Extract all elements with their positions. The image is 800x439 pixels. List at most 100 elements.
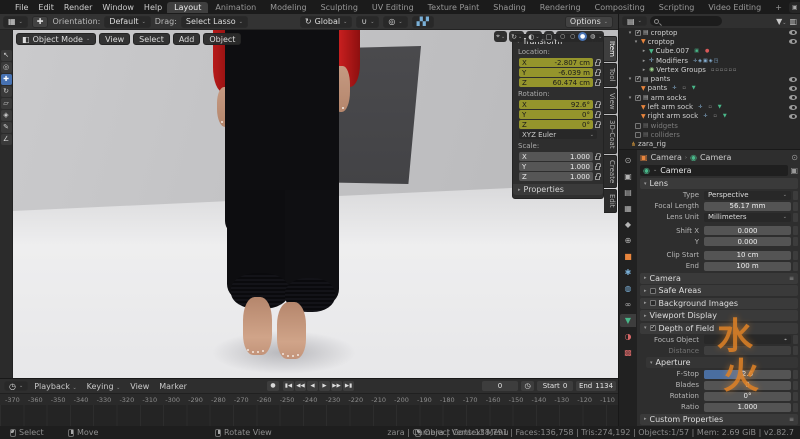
animate-dot[interactable] — [793, 403, 798, 412]
tab-object[interactable]: ■ — [620, 250, 636, 263]
aperture-ratio-field[interactable]: 1.000 — [704, 403, 791, 412]
aperture-rotation-field[interactable]: 0° — [704, 392, 791, 401]
outliner-row-colliders[interactable]: ▤colliders — [619, 130, 800, 139]
previous-keyframe-button[interactable]: ◀◀ — [295, 381, 306, 391]
animate-dot[interactable] — [793, 370, 798, 379]
tab-material[interactable]: ◑ — [620, 330, 636, 343]
tab-scene[interactable]: ◆ — [620, 218, 636, 231]
tab-texture[interactable]: ▩ — [620, 346, 636, 359]
rendered-shading-button[interactable]: ◍ — [588, 32, 597, 41]
scale-y-field[interactable]: Y1.000 — [519, 162, 593, 171]
move-tool-button[interactable]: ✚ — [1, 74, 12, 85]
safe-areas-panel-header[interactable]: ▸Safe Areas — [640, 285, 798, 296]
aperture-subpanel-header[interactable]: ▾Aperture — [646, 357, 798, 368]
outliner-row-croptop-object[interactable]: ▾▼croptop — [619, 37, 800, 46]
tab-particles[interactable]: ✱ — [620, 266, 636, 279]
outliner-row-left-arm-sock[interactable]: ▼left arm sock✛▫▼ — [619, 102, 800, 111]
tab-render[interactable]: ▣ — [620, 170, 636, 183]
animate-dot[interactable] — [793, 191, 798, 200]
outliner-row-modifiers[interactable]: ▸✛Modifiers✛◈▣◈◳ — [619, 56, 800, 65]
mode-dropdown[interactable]: ◧Object Mode⌄ — [16, 33, 96, 45]
preset-list-icon[interactable]: ≡ — [789, 416, 794, 423]
tab-tool[interactable]: ⊙ — [620, 154, 636, 167]
solid-shading-button[interactable]: ○ — [568, 32, 577, 41]
collection-checkbox[interactable] — [635, 132, 641, 138]
scene-selector[interactable]: ▣⌄ Scene ⊞ × — [789, 2, 800, 13]
outliner-row-zara-rig[interactable]: ⋔zara_rig — [619, 140, 800, 149]
tab-constraints[interactable]: ∞ — [620, 298, 636, 311]
animate-dot[interactable] — [793, 213, 798, 222]
collection-checkbox[interactable] — [635, 30, 641, 36]
viewport-3d[interactable]: ↖ ◎ ✚ ↻ ▱ ◈ ✎ ∠ ◧Object Mode⌄ View Selec… — [0, 30, 618, 378]
workspace-tab-layout[interactable]: Layout — [167, 2, 208, 13]
animate-dot[interactable] — [793, 237, 798, 246]
clip-end-field[interactable]: 100 m — [704, 262, 791, 271]
menu-keying[interactable]: Keying ⌄ — [83, 382, 125, 391]
focal-length-field[interactable]: 56.17 mm — [704, 202, 791, 211]
disclosure-icon[interactable]: ▾ — [633, 39, 639, 45]
rotation-x-field[interactable]: X92.6° — [519, 100, 593, 109]
menu-select[interactable]: Select — [133, 33, 170, 45]
gizmos-dropdown[interactable]: ↻⌄ — [509, 31, 524, 42]
new-collection-icon[interactable]: ▥ — [789, 17, 797, 26]
workspace-tab-rendering[interactable]: Rendering — [533, 2, 588, 13]
eye-icon[interactable] — [789, 30, 797, 35]
transform-orientation-dropdown[interactable]: ↻Global⌄ — [300, 16, 352, 28]
lock-icon[interactable] — [595, 62, 600, 66]
clip-start-field[interactable]: 10 cm — [704, 251, 791, 260]
outliner-row-right-arm-sock[interactable]: ▼right arm sock✛▫▼ — [619, 112, 800, 121]
sidebar-tab-3d-coat[interactable]: 3D-Coat — [604, 115, 617, 154]
outliner-display-mode-selector[interactable]: ▤⌄ — [622, 16, 647, 26]
blades-field[interactable]: 0 — [704, 381, 791, 390]
lens-type-dropdown[interactable]: Perspective⌄ — [704, 191, 791, 200]
disclosure-icon[interactable]: ▾ — [627, 76, 633, 82]
play-button[interactable]: ▶ — [319, 381, 330, 391]
collection-checkbox[interactable] — [635, 76, 641, 82]
character-left-foot[interactable] — [243, 297, 272, 355]
outliner-row-vertex-groups[interactable]: ▸◉Vertex Groups▫▫▫▫▫▫ — [619, 65, 800, 74]
menu-help[interactable]: Help — [139, 3, 167, 12]
menu-edit[interactable]: Edit — [33, 3, 59, 12]
menu-add[interactable]: Add — [173, 33, 201, 45]
xray-toggle[interactable]: ▢ — [544, 31, 555, 42]
workspace-tab-shading[interactable]: Shading — [486, 2, 533, 13]
frame-end-field[interactable]: End1134 — [576, 381, 616, 391]
menu-marker[interactable]: Marker — [155, 382, 191, 391]
frame-start-field[interactable]: Start0 — [537, 381, 573, 391]
animate-dot[interactable] — [793, 335, 798, 344]
custom-properties-panel-header[interactable]: ▸Custom Properties≡ — [640, 414, 798, 425]
background-images-checkbox[interactable] — [650, 300, 656, 306]
outliner-row-arm-socks-collection[interactable]: ▾▤arm socks — [619, 93, 800, 102]
scale-tool-button[interactable]: ▱ — [1, 98, 12, 109]
sidebar-tab-tool[interactable]: Tool — [604, 63, 617, 87]
material-shading-button[interactable]: ● — [578, 32, 587, 41]
camera-datablock-selector[interactable]: ◉⌄Camera — [640, 165, 788, 176]
lens-unit-dropdown[interactable]: Millimeters⌄ — [704, 213, 791, 222]
lock-icon[interactable] — [595, 176, 600, 180]
tab-output[interactable]: ▤ — [620, 186, 636, 199]
collection-checkbox[interactable] — [635, 95, 641, 101]
wireframe-shading-button[interactable]: ○ — [558, 32, 567, 41]
lock-icon[interactable] — [595, 72, 600, 76]
overlays-dropdown[interactable]: ◐⌄ — [526, 31, 541, 42]
jump-to-end-button[interactable]: ▶▮ — [343, 381, 354, 391]
auto-keyframe-record-button[interactable]: ● — [267, 381, 279, 391]
sidebar-tab-view[interactable]: View — [604, 88, 617, 115]
outliner-row-croptop-collection[interactable]: ▾▤croptop — [619, 28, 800, 37]
next-keyframe-button[interactable]: ▶▶ — [331, 381, 342, 391]
eye-icon[interactable] — [789, 95, 797, 100]
annotate-tool-button[interactable]: ✎ — [1, 122, 12, 133]
preset-list-icon[interactable]: ≡ — [789, 275, 794, 282]
jump-to-start-button[interactable]: ▮◀ — [283, 381, 294, 391]
tab-object-data[interactable]: ▼ — [620, 314, 636, 327]
workspace-tab-sculpting[interactable]: Sculpting — [314, 2, 365, 13]
lock-icon[interactable] — [595, 82, 600, 86]
timeline-track-area[interactable] — [0, 405, 618, 426]
disclosure-icon[interactable]: ▸ — [641, 67, 647, 73]
workspace-tab-modeling[interactable]: Modeling — [263, 2, 313, 13]
character-right-foot[interactable] — [277, 302, 306, 359]
tab-world[interactable]: ⊕ — [620, 234, 636, 247]
snapping-dropdown[interactable]: ∪⌄ — [356, 16, 379, 28]
options-dropdown[interactable]: Options⌄ — [565, 16, 613, 28]
dropper-icon[interactable]: ⌖ — [784, 337, 787, 343]
